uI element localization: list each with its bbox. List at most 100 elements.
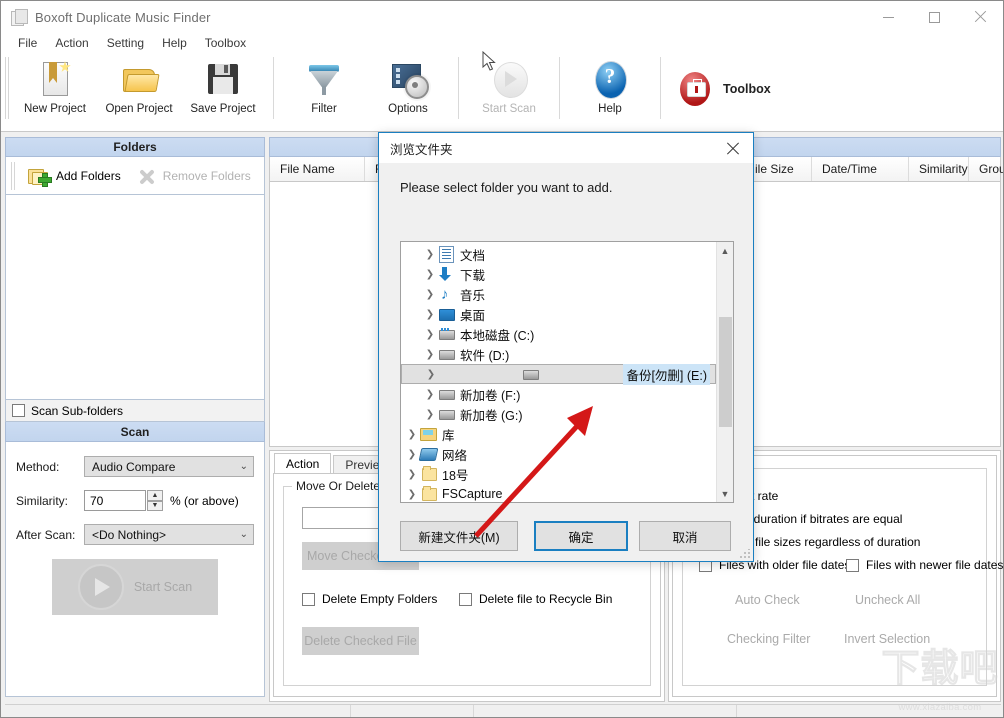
tree-item-7[interactable]: ❯ 新加卷 (F:) xyxy=(401,384,716,404)
menu-toolbox[interactable]: Toolbox xyxy=(196,34,255,52)
chevron-right-icon[interactable]: ❯ xyxy=(405,429,419,440)
add-folders-label: Add Folders xyxy=(56,168,121,183)
maximize-icon xyxy=(928,11,940,23)
tree-item-11[interactable]: ❯ 18号 xyxy=(401,464,716,484)
toolbar-filter-label: Filter xyxy=(311,103,337,115)
maximize-button[interactable] xyxy=(911,1,957,33)
spin-down-icon[interactable]: ▼ xyxy=(147,500,163,511)
tree-item-6[interactable]: ❯ 备份[勿删] (E:) xyxy=(401,363,716,385)
column-group[interactable]: Group xyxy=(969,157,1003,181)
dialog-close-button[interactable] xyxy=(711,133,753,163)
similarity-input[interactable]: 70 xyxy=(84,490,146,511)
cancel-button[interactable]: 取消 xyxy=(639,521,731,551)
toolbar-save-project-label: Save Project xyxy=(190,103,256,115)
delete-to-recycle-row[interactable]: Delete file to Recycle Bin xyxy=(459,592,612,606)
dialog-buttons: 新建文件夹(M) 确定 取消 xyxy=(400,521,734,551)
scan-panel-title: Scan xyxy=(5,422,265,442)
tree-item-3[interactable]: ❯ 桌面 xyxy=(401,304,716,324)
tree-item-1[interactable]: ❯ 下载 xyxy=(401,264,716,284)
menu-setting[interactable]: Setting xyxy=(98,34,153,52)
scan-subfolders-row[interactable]: Scan Sub-folders xyxy=(5,400,265,422)
similarity-spin-buttons[interactable]: ▲ ▼ xyxy=(147,490,163,511)
folders-list[interactable] xyxy=(5,195,265,400)
auto-check-link[interactable]: Auto Check xyxy=(735,593,800,607)
scroll-down-icon[interactable]: ▼ xyxy=(717,485,733,502)
delete-to-recycle-checkbox[interactable] xyxy=(459,592,472,606)
close-button[interactable] xyxy=(957,1,1003,33)
tree-item-5[interactable]: ❯ 软件 (D:) xyxy=(401,344,716,364)
chevron-right-icon[interactable]: ❯ xyxy=(405,469,419,480)
minimize-button[interactable] xyxy=(865,1,911,33)
dialog-resize-grip[interactable] xyxy=(740,549,750,559)
toolbar-filter[interactable]: Filter xyxy=(282,53,366,125)
folder-tree-items: ❯ 文档 ❯ 下载 ❯ ♪ 音乐 ❯ 桌面 ❯ 本地磁盘 (C:) ❯ 软件 (… xyxy=(401,242,716,502)
tab-action[interactable]: Action xyxy=(274,453,332,473)
scrollbar-thumb[interactable] xyxy=(719,317,732,427)
toolbar: New Project Open Project Save Project Fi… xyxy=(1,53,1003,132)
start-scan-button[interactable]: Start Scan xyxy=(52,559,218,615)
uncheck-all-link[interactable]: Uncheck All xyxy=(855,593,920,607)
method-select[interactable]: Audio Compare ⌄ xyxy=(84,456,254,477)
after-scan-select[interactable]: <Do Nothing> ⌄ xyxy=(84,524,254,545)
check-option-4-label: Files with newer file dates xyxy=(866,558,1004,572)
folders-toolbar-grip[interactable] xyxy=(11,161,17,190)
similarity-stepper[interactable]: 70 ▲ ▼ % (or above) xyxy=(84,490,239,511)
chevron-right-icon[interactable]: ❯ xyxy=(423,389,437,400)
chevron-right-icon[interactable]: ❯ xyxy=(405,489,419,500)
toolbar-save-project[interactable]: Save Project xyxy=(181,53,265,125)
check-option-4-checkbox[interactable] xyxy=(846,558,859,572)
toolbar-start-scan[interactable]: Start Scan xyxy=(467,53,551,125)
tree-scrollbar[interactable]: ▲ ▼ xyxy=(716,242,733,502)
toolbar-separator-4 xyxy=(660,57,661,119)
folders-toolbar: Add Folders Remove Folders xyxy=(5,157,265,195)
column-date-time[interactable]: Date/Time xyxy=(812,157,909,181)
chevron-right-icon[interactable]: ❯ xyxy=(423,269,437,280)
tree-item-0[interactable]: ❯ 文档 xyxy=(401,244,716,264)
tree-item-9[interactable]: ❯ 库 xyxy=(401,424,716,444)
ok-button[interactable]: 确定 xyxy=(534,521,628,551)
chevron-right-icon[interactable]: ❯ xyxy=(423,329,437,340)
toolbar-grip[interactable] xyxy=(5,57,11,119)
delete-empty-folders-checkbox[interactable] xyxy=(302,592,315,606)
chevron-right-icon[interactable]: ❯ xyxy=(423,349,437,360)
delete-checked-file-button[interactable]: Delete Checked File xyxy=(302,627,419,655)
toolbox-icon xyxy=(675,69,715,109)
tree-item-10[interactable]: ❯ 网络 xyxy=(401,444,716,464)
tree-item-8[interactable]: ❯ 新加卷 (G:) xyxy=(401,404,716,424)
chevron-right-icon[interactable]: ❯ xyxy=(424,369,438,380)
folder-tree[interactable]: ❯ 文档 ❯ 下载 ❯ ♪ 音乐 ❯ 桌面 ❯ 本地磁盘 (C:) ❯ 软件 (… xyxy=(400,241,734,503)
toolbar-open-project[interactable]: Open Project xyxy=(97,53,181,125)
chevron-right-icon[interactable]: ❯ xyxy=(423,309,437,320)
toolbar-new-project[interactable]: New Project xyxy=(13,53,97,125)
menu-action[interactable]: Action xyxy=(46,34,97,52)
column-file-name[interactable]: File Name xyxy=(270,157,365,181)
scroll-up-icon[interactable]: ▲ xyxy=(717,242,733,259)
chevron-right-icon[interactable]: ❯ xyxy=(423,289,437,300)
add-folders-button[interactable]: Add Folders xyxy=(20,161,129,191)
menu-help[interactable]: Help xyxy=(153,34,196,52)
check-option-4[interactable]: Files with newer file dates xyxy=(846,558,1003,572)
column-file-size[interactable]: ile Size xyxy=(745,157,812,181)
spin-up-icon[interactable]: ▲ xyxy=(147,490,163,501)
scan-subfolders-checkbox[interactable] xyxy=(12,404,25,417)
music-icon: ♪ xyxy=(441,286,449,303)
invert-selection-link[interactable]: Invert Selection xyxy=(844,632,930,646)
delete-empty-folders-row[interactable]: Delete Empty Folders xyxy=(302,592,437,606)
checking-filter-link[interactable]: Checking Filter xyxy=(727,632,810,646)
toolbar-options[interactable]: Options xyxy=(366,53,450,125)
help-icon: ? xyxy=(590,59,630,99)
tree-item-4[interactable]: ❯ 本地磁盘 (C:) xyxy=(401,324,716,344)
window-controls xyxy=(865,1,1003,33)
menu-file[interactable]: File xyxy=(9,34,46,52)
chevron-right-icon[interactable]: ❯ xyxy=(405,449,419,460)
toolbar-toolbox[interactable]: Toolbox xyxy=(669,53,777,125)
remove-folders-button[interactable]: Remove Folders xyxy=(129,161,259,191)
column-similarity[interactable]: Similarity xyxy=(909,157,969,181)
chevron-right-icon[interactable]: ❯ xyxy=(423,409,437,420)
tree-item-2[interactable]: ❯ ♪ 音乐 xyxy=(401,284,716,304)
toolbar-help[interactable]: ? Help xyxy=(568,53,652,125)
new-folder-button[interactable]: 新建文件夹(M) xyxy=(400,521,518,551)
chevron-right-icon[interactable]: ❯ xyxy=(423,249,437,260)
remove-folder-icon xyxy=(137,167,157,185)
tree-item-12[interactable]: ❯ FSCapture xyxy=(401,484,716,502)
